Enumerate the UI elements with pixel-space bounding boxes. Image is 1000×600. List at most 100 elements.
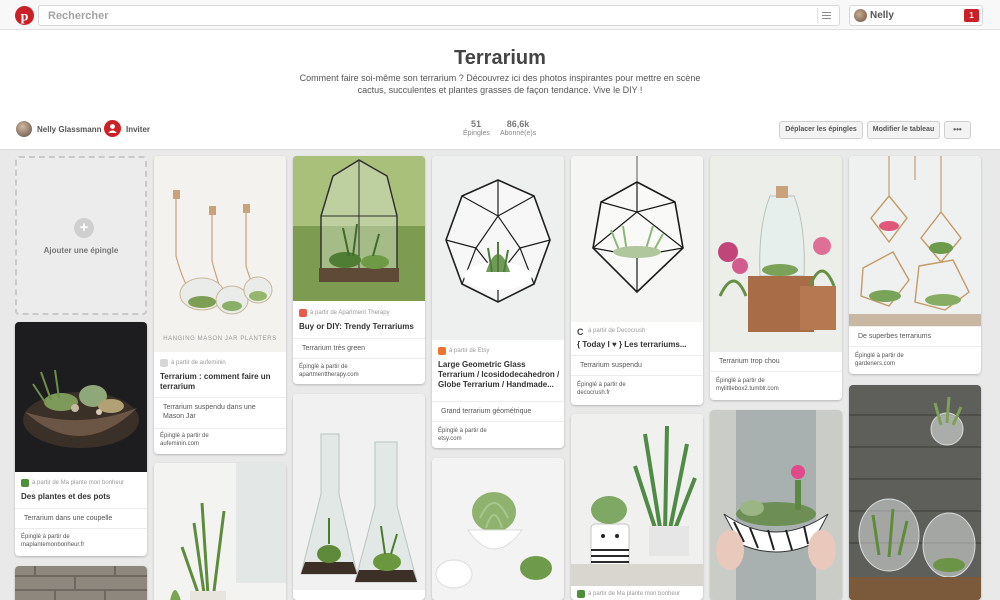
pin-image[interactable] [710, 410, 842, 600]
pins-count: 51 [470, 119, 481, 129]
pinned-from-label: Épinglé à partir de [299, 364, 348, 370]
pin-card[interactable]: à partir de Ma plante mon bonheur [571, 414, 703, 600]
pin-source[interactable]: à partir de Decocrush [588, 328, 645, 334]
add-pin-label: Ajouter une épingle [43, 246, 119, 255]
pin-card[interactable]: à partir de Etsy Large Geometric Glass T… [432, 156, 564, 448]
pin-domain: maplantemonbonheur.fr [21, 542, 85, 548]
pin-source[interactable]: à partir de Ma plante mon bonheur [32, 480, 124, 486]
pin-source[interactable]: à partir de Ma plante mon bonheur [588, 591, 680, 597]
pinned-from-label: Épinglé à partir de [577, 382, 626, 388]
pin-image[interactable]: HANGING MASON JAR PLANTERS [154, 156, 286, 352]
pin-image[interactable] [15, 322, 147, 472]
pin-title[interactable]: Terrarium : comment faire un terrarium [160, 372, 282, 392]
pin-footer[interactable]: Épinglé à partir de apartmenttherapy.com [299, 363, 359, 379]
pin-image[interactable] [432, 458, 564, 600]
pin-domain: decocrush.fr [577, 390, 611, 396]
pinned-from-label: Épinglé à partir de [855, 353, 904, 359]
plus-icon: + [74, 218, 94, 238]
pins-label: Épingles [463, 130, 490, 137]
pins-count-stat[interactable]: 51 Épingles [463, 119, 490, 137]
followers-stat[interactable]: 86,6k Abonné(e)s [500, 119, 536, 137]
user-menu-button[interactable]: Nelly 1 [849, 5, 983, 26]
pin-title[interactable]: { Today I ♥ } Les terrariums... [577, 340, 699, 350]
avatar [854, 9, 867, 22]
more-options-button[interactable]: ••• [944, 121, 971, 139]
pinned-from-label: Épinglé à partir de [438, 428, 487, 434]
pin-card[interactable] [293, 394, 425, 600]
svg-text:p: p [21, 10, 29, 25]
pin-footer[interactable]: Épinglé à partir de maplantemonbonheur.f… [21, 533, 84, 549]
board-header: Terrarium Comment faire soi-même son ter… [0, 30, 1000, 150]
pin-description: De superbes terrariums [849, 326, 981, 347]
pin-card[interactable] [15, 566, 147, 600]
pin-title[interactable]: Buy or DIY: Trendy Terrariums [299, 322, 421, 332]
pinterest-logo-icon[interactable]: p [15, 6, 34, 25]
pin-card[interactable]: C à partir de Decocrush { Today I ♥ } Le… [571, 156, 703, 405]
pin-description: Terrarium très green [293, 338, 425, 359]
pin-card[interactable] [849, 385, 981, 600]
pin-image[interactable] [849, 385, 981, 600]
user-name: Nelly [870, 10, 894, 21]
followers-count: 86,6k [506, 119, 530, 129]
owner-avatar[interactable] [16, 121, 32, 137]
pin-description: Terrarium suspendu [571, 355, 703, 376]
pin-description: Terrarium dans une coupelle [15, 508, 147, 529]
pin-card[interactable]: De superbes terrariums Épinglé à partir … [849, 156, 981, 374]
pin-card[interactable] [154, 463, 286, 600]
source-logo-icon [577, 590, 585, 598]
image-caption: HANGING MASON JAR PLANTERS [163, 336, 277, 342]
invite-button[interactable]: Inviter [126, 125, 150, 134]
pin-image[interactable] [293, 394, 425, 590]
source-logo-icon [160, 359, 168, 367]
search-placeholder: Rechercher [48, 10, 109, 22]
source-logo-icon: C [577, 327, 584, 337]
pin-card[interactable] [710, 410, 842, 600]
pin-footer[interactable]: Épinglé à partir de mylittlebox2.tumblr.… [716, 377, 779, 393]
pin-image[interactable] [293, 156, 425, 301]
pin-footer[interactable]: Épinglé à partir de decocrush.fr [577, 381, 626, 397]
pin-footer[interactable]: Épinglé à partir de aufeminin.com [160, 432, 209, 448]
pin-image[interactable] [432, 156, 564, 340]
pin-image[interactable] [849, 156, 981, 326]
pin-source[interactable]: à partir de Apartment Therapy [310, 310, 390, 316]
followers-label: Abonné(e)s [500, 130, 537, 137]
pin-description: Grand terrarium géométrique [432, 401, 564, 422]
pin-image[interactable] [571, 414, 703, 586]
pin-card[interactable] [432, 458, 564, 600]
source-logo-icon [299, 309, 307, 317]
pinned-from-label: Épinglé à partir de [21, 534, 70, 540]
pin-title[interactable]: Large Geometric Glass Terrarium / Icosid… [438, 360, 560, 390]
pin-domain: etsy.com [438, 436, 462, 442]
pin-card[interactable]: à partir de Ma plante mon bonheur Des pl… [15, 322, 147, 556]
top-navigation-bar: p Rechercher Nelly 1 [0, 0, 1000, 30]
pin-title[interactable]: Des plantes et des pots [21, 492, 143, 502]
pin-card[interactable]: HANGING MASON JAR PLANTERS à partir de a… [154, 156, 286, 454]
page-title: Terrarium [454, 47, 546, 69]
edit-board-button[interactable]: Modifier le tableau [867, 121, 940, 139]
pin-footer[interactable]: Épinglé à partir de etsy.com [438, 427, 487, 443]
board-description: Comment faire soi-même son terrarium ? D… [299, 73, 701, 95]
search-input[interactable]: Rechercher [38, 5, 840, 26]
pin-image[interactable] [710, 156, 842, 351]
pin-source[interactable]: à partir de aufeminin [171, 360, 226, 366]
pin-domain: aufeminin.com [160, 441, 200, 447]
pinned-from-label: Épinglé à partir de [160, 433, 209, 439]
move-pins-button[interactable]: Déplacer les épingles [779, 121, 863, 139]
pin-description: Terrarium suspendu dans une Mason Jar [154, 397, 286, 429]
pin-image[interactable] [15, 566, 147, 600]
pin-source[interactable]: à partir de Etsy [449, 348, 489, 354]
invite-icon[interactable] [104, 120, 121, 137]
pin-description: Terrarium trop chou [710, 351, 842, 372]
pin-footer[interactable]: Épinglé à partir de gardeners.com [855, 352, 904, 368]
pin-card[interactable]: Terrarium trop chou Épinglé à partir de … [710, 156, 842, 400]
add-pin-card[interactable]: + Ajouter une épingle [15, 156, 147, 315]
search-options-icon[interactable] [817, 8, 837, 23]
pin-image[interactable] [571, 156, 703, 322]
pin-image[interactable] [154, 463, 286, 600]
owner-name-link[interactable]: Nelly Glassmann [37, 125, 101, 134]
pin-card[interactable]: à partir de Apartment Therapy Buy or DIY… [293, 156, 425, 384]
notification-badge[interactable]: 1 [964, 9, 979, 22]
pinned-from-label: Épinglé à partir de [716, 378, 765, 384]
source-logo-icon [21, 479, 29, 487]
pin-domain: mylittlebox2.tumblr.com [716, 386, 779, 392]
